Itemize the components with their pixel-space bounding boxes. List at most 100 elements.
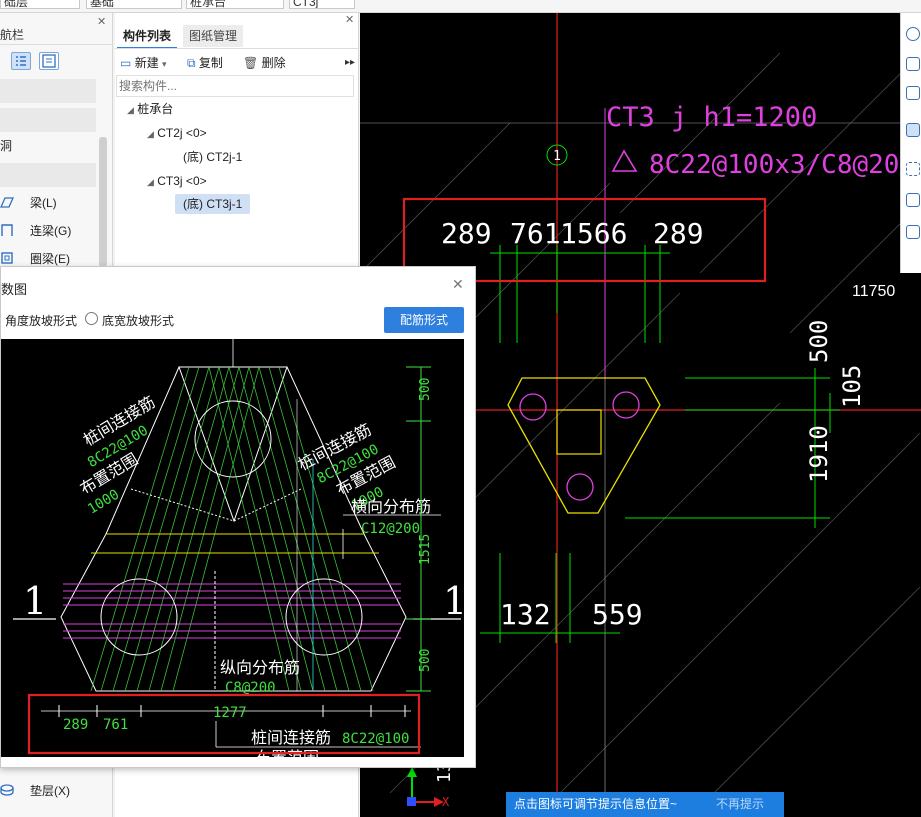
nav-divider bbox=[0, 44, 112, 45]
nav-scrollbar[interactable] bbox=[99, 137, 107, 267]
select-box-icon[interactable] bbox=[906, 162, 920, 176]
rotate-icon[interactable] bbox=[906, 27, 920, 41]
dlg-dim-289: 289 bbox=[63, 717, 88, 733]
section-mark-right: 1 bbox=[443, 579, 464, 623]
type-select-value: 桩承台 bbox=[190, 0, 227, 9]
category-select[interactable]: 基础 bbox=[86, 0, 182, 9]
tree-node-label: 桩承台 bbox=[137, 102, 174, 116]
hint-bar[interactable]: 点击图标可调节提示信息位置~ 不再提示 bbox=[506, 792, 784, 817]
chevron-down-icon: ▾ bbox=[162, 59, 167, 69]
panel-close-icon[interactable]: ✕ bbox=[345, 13, 354, 26]
dialog-title: 数图 bbox=[1, 282, 28, 297]
nav-group-row[interactable] bbox=[0, 163, 96, 187]
tab-divider bbox=[115, 48, 358, 49]
more-icon[interactable]: ▸▸ bbox=[345, 54, 355, 72]
list-view-icon[interactable] bbox=[11, 52, 31, 70]
trans-rebar-spec: C12@200 bbox=[361, 521, 420, 537]
dlg-dim-761: 761 bbox=[103, 717, 128, 733]
tree-node-ct2j[interactable]: ◢ CT2j <0> bbox=[147, 123, 207, 143]
nav-item-label: 梁(L) bbox=[30, 196, 57, 210]
dim-761: 761 bbox=[510, 217, 561, 250]
dim-289-a: 289 bbox=[441, 217, 492, 250]
long-rebar-spec: C8@200 bbox=[225, 680, 276, 696]
list-icon[interactable] bbox=[906, 225, 920, 239]
config-rebar-button[interactable]: 配筋形式 bbox=[384, 307, 464, 333]
detail-view-icon[interactable] bbox=[39, 52, 59, 70]
new-button-label: 新建 bbox=[134, 56, 159, 70]
nav-group-row[interactable] bbox=[0, 108, 96, 132]
ring-beam-icon bbox=[1, 252, 13, 264]
long-rebar-label: 纵向分布筋 bbox=[220, 658, 300, 677]
new-button[interactable]: ▭ 新建 ▾ bbox=[120, 54, 167, 72]
bottom-rebar-spec: 8C22@100 bbox=[342, 731, 409, 747]
nav-item-link-beam[interactable]: 连梁(G) bbox=[0, 219, 100, 243]
hint-message: 点击图标可调节提示信息位置~ bbox=[514, 797, 678, 811]
layer-icon[interactable] bbox=[906, 123, 920, 137]
beam-icon bbox=[0, 197, 14, 208]
nav-item-label: 洞 bbox=[0, 139, 13, 153]
tree-node-ct3j[interactable]: ◢ CT3j <0> bbox=[147, 171, 207, 191]
nav-item-cushion[interactable]: 垫层(X) bbox=[0, 779, 100, 803]
nav-close-icon[interactable]: ✕ bbox=[97, 15, 106, 28]
dim-1515: 1515 bbox=[418, 534, 433, 565]
section-mark-left: 1 bbox=[23, 579, 47, 623]
delete-button[interactable]: 🗑 删除 bbox=[243, 54, 286, 72]
dim-500-bottom: 500 bbox=[418, 649, 433, 672]
dialog-close-icon[interactable]: ✕ bbox=[452, 276, 464, 293]
tree-node-label: CT3j <0> bbox=[157, 174, 207, 188]
dim-500-top: 500 bbox=[418, 378, 433, 401]
tab-drawing-management[interactable]: 图纸管理 bbox=[183, 25, 244, 47]
cushion-icon bbox=[0, 784, 14, 796]
tree-node-label: CT2j <0> bbox=[157, 126, 207, 140]
nav-item-label: 垫层(X) bbox=[30, 784, 70, 798]
pile-cap-title: CT3 j h1=1200 bbox=[606, 102, 817, 133]
dim-1910: 1910 bbox=[805, 425, 833, 483]
dim-559: 559 bbox=[592, 598, 643, 631]
dim-132: 132 bbox=[500, 598, 551, 631]
window-icon[interactable] bbox=[906, 86, 920, 100]
category-select-value: 基础 bbox=[90, 0, 115, 9]
tab-component-list[interactable]: 构件列表 bbox=[117, 25, 178, 49]
view-3d-icon[interactable] bbox=[906, 57, 920, 71]
tree-node-ct3j-1-selected[interactable]: (底) CT3j-1 bbox=[175, 194, 251, 214]
floor-select-value: 础层 bbox=[4, 0, 29, 9]
dim-500-right: 500 bbox=[805, 320, 833, 363]
section-svg: 1 1 桩间连接筋 8C22@100 布置范围 1000 桩间连接筋 8C22@… bbox=[13, 339, 464, 757]
radio-width[interactable] bbox=[85, 312, 98, 325]
search-input[interactable] bbox=[116, 75, 354, 97]
pile-cap-rebar: 8C22@100x3/C8@200 bbox=[649, 150, 915, 180]
tree-node-ct2j-1[interactable]: (底) CT2j-1 bbox=[183, 147, 242, 167]
expand-icon: ◢ bbox=[127, 105, 134, 115]
radio-angle-label[interactable]: 角度放坡形式 bbox=[5, 312, 77, 329]
nav-title: 航栏 bbox=[0, 28, 25, 42]
dim-289-b: 289 bbox=[653, 217, 704, 250]
expand-icon: ◢ bbox=[147, 177, 154, 187]
component-select-value: CT3j bbox=[293, 0, 319, 9]
tree-node-label: (底) CT3j-1 bbox=[183, 197, 243, 211]
copy-button[interactable]: ⧉ 复制 bbox=[187, 54, 223, 72]
trash-icon: 🗑 bbox=[243, 56, 259, 70]
dim-11750: 11750 bbox=[852, 283, 895, 300]
nav-group-row[interactable] bbox=[0, 79, 96, 103]
trans-rebar-label: 横向分布筋 bbox=[351, 497, 431, 516]
expand-icon: ◢ bbox=[147, 129, 154, 139]
top-toolbar: 础层 基础 桩承台 CT3j bbox=[0, 0, 921, 13]
dismiss-hint-button[interactable]: 不再提示 bbox=[716, 792, 764, 817]
nav-item-beam[interactable]: 梁(L) bbox=[0, 191, 100, 215]
radio-width-label[interactable]: 底宽放坡形式 bbox=[102, 312, 174, 329]
type-select[interactable]: 桩承台 bbox=[186, 0, 284, 9]
component-select[interactable]: CT3j bbox=[289, 0, 355, 9]
new-icon: ▭ bbox=[120, 56, 132, 70]
delete-button-label: 删除 bbox=[261, 56, 286, 70]
view-toolbar bbox=[900, 13, 921, 273]
bottom-rebar-label: 桩间连接筋 bbox=[251, 728, 331, 747]
copy-icon: ⧉ bbox=[187, 56, 196, 70]
axis-bubble-label: 1 bbox=[553, 149, 561, 164]
dim-105: 105 bbox=[838, 365, 866, 408]
dlg-dim-1277: 1277 bbox=[213, 705, 247, 721]
tree-node-pile-cap[interactable]: ◢ 桩承台 bbox=[127, 99, 173, 119]
nav-item-opening[interactable]: 洞 bbox=[0, 134, 100, 158]
cube-icon[interactable] bbox=[906, 193, 920, 207]
floor-select[interactable]: 础层 bbox=[0, 0, 80, 9]
pile-cap-section-drawing[interactable]: 1 1 桩间连接筋 8C22@100 布置范围 1000 桩间连接筋 8C22@… bbox=[1, 339, 464, 757]
